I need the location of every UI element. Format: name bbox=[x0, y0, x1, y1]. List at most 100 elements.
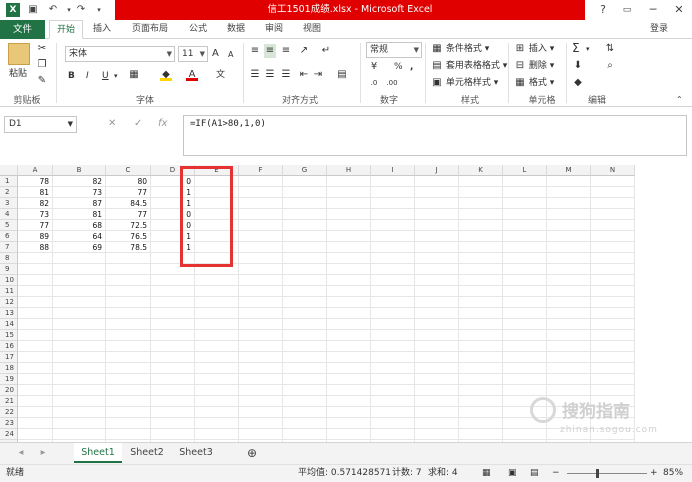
cell-f2[interactable] bbox=[239, 187, 283, 198]
cell-l16[interactable] bbox=[503, 341, 547, 352]
cell-i2[interactable] bbox=[371, 187, 415, 198]
align-center-icon[interactable]: ☰ bbox=[264, 68, 276, 82]
orientation-icon[interactable]: ↗ bbox=[298, 44, 310, 58]
sort-filter-icon[interactable]: ⇅ bbox=[604, 42, 616, 56]
cell-g12[interactable] bbox=[283, 297, 327, 308]
cell-l1[interactable] bbox=[503, 176, 547, 187]
cell-h2[interactable] bbox=[327, 187, 371, 198]
cell-h5[interactable] bbox=[327, 220, 371, 231]
column-header-n[interactable]: N bbox=[591, 165, 635, 176]
cell-k11[interactable] bbox=[459, 286, 503, 297]
minimize-icon[interactable]: ─ bbox=[640, 0, 666, 20]
cell-k19[interactable] bbox=[459, 374, 503, 385]
cell-m2[interactable] bbox=[547, 187, 591, 198]
cell-g20[interactable] bbox=[283, 385, 327, 396]
zoom-out-icon[interactable]: − bbox=[552, 465, 560, 482]
grow-font-button[interactable]: A bbox=[212, 47, 219, 61]
cell-a11[interactable] bbox=[18, 286, 53, 297]
cell-j24[interactable] bbox=[415, 429, 459, 440]
cell-b17[interactable] bbox=[53, 352, 106, 363]
cell-b10[interactable] bbox=[53, 275, 106, 286]
cell-g8[interactable] bbox=[283, 253, 327, 264]
cell-m12[interactable] bbox=[547, 297, 591, 308]
cell-g6[interactable] bbox=[283, 231, 327, 242]
delete-cells-button[interactable]: ⊟ 删除 ▾ bbox=[514, 59, 554, 73]
cell-m14[interactable] bbox=[547, 319, 591, 330]
cell-g2[interactable] bbox=[283, 187, 327, 198]
cell-k7[interactable] bbox=[459, 242, 503, 253]
sheet-tab-sheet2[interactable]: Sheet2 bbox=[124, 443, 170, 463]
cell-i18[interactable] bbox=[371, 363, 415, 374]
format-cells-button[interactable]: ▦ 格式 ▾ bbox=[514, 76, 554, 90]
increase-indent-icon[interactable]: ⇥ bbox=[312, 68, 324, 82]
cell-m8[interactable] bbox=[547, 253, 591, 264]
cell-b15[interactable] bbox=[53, 330, 106, 341]
cell-b4[interactable]: 81 bbox=[53, 209, 106, 220]
cell-n10[interactable] bbox=[591, 275, 635, 286]
cell-k10[interactable] bbox=[459, 275, 503, 286]
row-header-22[interactable]: 22 bbox=[0, 407, 18, 418]
cell-d12[interactable] bbox=[151, 297, 195, 308]
cell-g13[interactable] bbox=[283, 308, 327, 319]
cell-d14[interactable] bbox=[151, 319, 195, 330]
cell-e20[interactable] bbox=[195, 385, 239, 396]
row-header-10[interactable]: 10 bbox=[0, 275, 18, 286]
cell-j17[interactable] bbox=[415, 352, 459, 363]
cell-a13[interactable] bbox=[18, 308, 53, 319]
cell-i21[interactable] bbox=[371, 396, 415, 407]
cell-h10[interactable] bbox=[327, 275, 371, 286]
cell-i13[interactable] bbox=[371, 308, 415, 319]
cell-j13[interactable] bbox=[415, 308, 459, 319]
cell-i15[interactable] bbox=[371, 330, 415, 341]
conditional-format-button[interactable]: ▦ 条件格式 ▾ bbox=[431, 42, 489, 56]
cell-a9[interactable] bbox=[18, 264, 53, 275]
cell-d16[interactable] bbox=[151, 341, 195, 352]
cell-i9[interactable] bbox=[371, 264, 415, 275]
row-header-14[interactable]: 14 bbox=[0, 319, 18, 330]
column-header-m[interactable]: M bbox=[547, 165, 591, 176]
cell-i10[interactable] bbox=[371, 275, 415, 286]
cell-a2[interactable]: 81 bbox=[18, 187, 53, 198]
cell-e13[interactable] bbox=[195, 308, 239, 319]
column-header-i[interactable]: I bbox=[371, 165, 415, 176]
cell-a24[interactable] bbox=[18, 429, 53, 440]
cell-f16[interactable] bbox=[239, 341, 283, 352]
cell-i5[interactable] bbox=[371, 220, 415, 231]
align-left-icon[interactable]: ☰ bbox=[249, 68, 261, 82]
fill-icon[interactable]: ⬇ bbox=[572, 59, 584, 73]
copy-icon[interactable]: ❐ bbox=[36, 58, 48, 72]
cell-c3[interactable]: 84.5 bbox=[106, 198, 151, 209]
autosum-dropdown-icon[interactable]: ▾ bbox=[586, 42, 590, 56]
borders-icon[interactable]: ▦ bbox=[128, 68, 140, 82]
cell-c23[interactable] bbox=[106, 418, 151, 429]
row-header-11[interactable]: 11 bbox=[0, 286, 18, 297]
close-icon[interactable]: ✕ bbox=[666, 0, 692, 20]
cell-l15[interactable] bbox=[503, 330, 547, 341]
cell-n5[interactable] bbox=[591, 220, 635, 231]
tab-home[interactable]: 开始 bbox=[49, 20, 83, 39]
underline-button[interactable]: U bbox=[102, 69, 109, 83]
cell-h9[interactable] bbox=[327, 264, 371, 275]
cell-i7[interactable] bbox=[371, 242, 415, 253]
decrease-indent-icon[interactable]: ⇤ bbox=[298, 68, 310, 82]
cell-i20[interactable] bbox=[371, 385, 415, 396]
cell-i12[interactable] bbox=[371, 297, 415, 308]
cell-h13[interactable] bbox=[327, 308, 371, 319]
cell-k16[interactable] bbox=[459, 341, 503, 352]
cell-d22[interactable] bbox=[151, 407, 195, 418]
cell-f10[interactable] bbox=[239, 275, 283, 286]
cell-b21[interactable] bbox=[53, 396, 106, 407]
cell-j15[interactable] bbox=[415, 330, 459, 341]
cell-h24[interactable] bbox=[327, 429, 371, 440]
cell-c18[interactable] bbox=[106, 363, 151, 374]
column-header-b[interactable]: B bbox=[53, 165, 106, 176]
prev-sheet-icon[interactable]: ◂ bbox=[14, 443, 28, 463]
page-break-view-icon[interactable]: ▤ bbox=[530, 465, 539, 482]
page-layout-view-icon[interactable]: ▣ bbox=[508, 465, 517, 482]
cell-h12[interactable] bbox=[327, 297, 371, 308]
cell-c10[interactable] bbox=[106, 275, 151, 286]
cell-j14[interactable] bbox=[415, 319, 459, 330]
cell-i6[interactable] bbox=[371, 231, 415, 242]
cell-h8[interactable] bbox=[327, 253, 371, 264]
cell-e18[interactable] bbox=[195, 363, 239, 374]
